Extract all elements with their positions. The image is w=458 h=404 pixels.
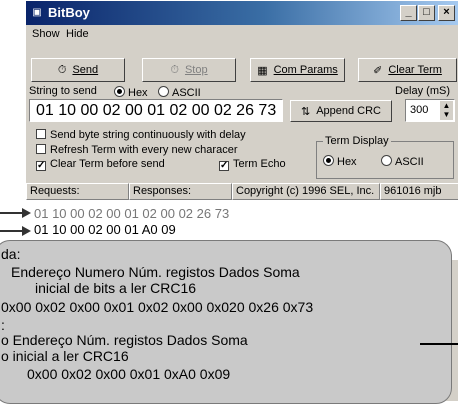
checkbox-icon bbox=[36, 144, 46, 154]
maximize-icon: □ bbox=[423, 6, 430, 18]
app-icon: ▣ bbox=[32, 7, 42, 18]
term-echo-checkbox[interactable]: ✓ Term Echo bbox=[219, 158, 286, 171]
term-display-group: Term Display Hex ASCII bbox=[316, 135, 454, 179]
send-button[interactable]: ⏱ Send bbox=[31, 58, 125, 82]
annotation-callout: da: Endereço Numero Núm. registos Dados … bbox=[0, 240, 452, 404]
terminal-response-line: 01 10 00 02 00 01 A0 09 bbox=[34, 222, 176, 237]
callout-line-7: o inicial a ler CRC16 bbox=[1, 348, 129, 364]
menu-bar: Show Hide bbox=[26, 25, 458, 43]
version-header: 961016 mjb bbox=[380, 183, 458, 200]
title-bar: ▣ BitBoy _ □ × bbox=[26, 1, 458, 25]
term-hex-radio[interactable]: Hex bbox=[323, 154, 357, 168]
radio-icon bbox=[158, 86, 169, 97]
string-to-send-input[interactable]: 01 10 00 02 00 01 02 00 02 26 73 bbox=[29, 99, 283, 122]
request-arrow bbox=[0, 212, 22, 214]
responses-header: Responses: bbox=[129, 183, 232, 200]
stop-button[interactable]: ⏱ Stop bbox=[142, 58, 236, 82]
send-icon: ⏱ bbox=[57, 63, 67, 76]
com-params-button[interactable]: ▦ Com Params bbox=[250, 58, 345, 82]
radio-selected-icon bbox=[323, 155, 334, 166]
checkbox-checked-icon: ✓ bbox=[219, 160, 229, 171]
term-ascii-radio[interactable]: ASCII bbox=[381, 154, 424, 168]
clear-term-button[interactable]: ✐ Clear Term bbox=[358, 58, 457, 82]
delay-label: Delay (mS) bbox=[395, 85, 451, 97]
computer-icon: ▦ bbox=[257, 64, 268, 77]
spin-down-icon: ▼ bbox=[442, 110, 451, 119]
response-arrow bbox=[0, 230, 22, 232]
clear-before-send-checkbox[interactable]: ✓ Clear Term before send bbox=[36, 158, 165, 171]
divider-line bbox=[420, 343, 458, 345]
requests-header: Requests: bbox=[26, 183, 129, 200]
window-title: BitBoy bbox=[48, 5, 90, 20]
callout-line-5: : bbox=[1, 317, 5, 333]
continuous-checkbox[interactable]: Send byte string continuously with delay bbox=[36, 128, 246, 141]
delay-input[interactable]: 300 ▲ ▼ bbox=[405, 99, 455, 122]
term-display-title: Term Display bbox=[323, 135, 391, 147]
ascii-radio[interactable]: ASCII bbox=[158, 85, 201, 99]
copyright-header: Copyright (c) 1996 SEL, Inc. bbox=[232, 183, 380, 200]
stop-icon: ⏱ bbox=[170, 63, 179, 76]
spin-up-icon: ▲ bbox=[442, 101, 451, 110]
radio-icon bbox=[381, 155, 392, 166]
callout-line-2: Endereço Numero Núm. registos Dados Soma bbox=[11, 264, 300, 280]
minimize-button[interactable]: _ bbox=[400, 5, 417, 21]
callout-line-4: 0x00 0x02 0x00 0x01 0x02 0x00 0x020 0x26… bbox=[1, 299, 314, 315]
callout-line-1: da: bbox=[1, 246, 21, 262]
callout-line-6: o Endereço Núm. registos Dados Soma bbox=[1, 332, 248, 348]
close-button[interactable]: × bbox=[438, 5, 455, 21]
hex-radio[interactable]: Hex bbox=[114, 85, 148, 99]
append-crc-button[interactable]: ⇅ Append CRC bbox=[290, 100, 392, 122]
maximize-button[interactable]: □ bbox=[418, 5, 435, 21]
response-arrowhead bbox=[22, 226, 31, 236]
append-icon: ⇅ bbox=[300, 105, 311, 118]
callout-line-3: inicial de bits a ler CRC16 bbox=[35, 280, 197, 296]
spin-buttons[interactable]: ▲ ▼ bbox=[440, 101, 453, 120]
close-icon: × bbox=[443, 6, 450, 18]
string-to-send-label: String to send bbox=[29, 85, 97, 97]
menu-show[interactable]: Show bbox=[32, 28, 60, 40]
checkbox-icon bbox=[36, 129, 46, 139]
radio-selected-icon bbox=[114, 86, 125, 97]
minimize-icon: _ bbox=[405, 6, 412, 18]
terminal-request-line: 01 10 00 02 00 01 02 00 02 26 73 bbox=[34, 206, 230, 221]
callout-line-8: 0x00 0x02 0x00 0x01 0xA0 0x09 bbox=[27, 366, 231, 382]
checkbox-checked-icon: ✓ bbox=[36, 160, 46, 171]
refresh-checkbox[interactable]: Refresh Term with every new characer bbox=[36, 143, 237, 156]
request-arrowhead bbox=[22, 208, 31, 218]
broom-icon: ✐ bbox=[373, 64, 383, 77]
menu-hide[interactable]: Hide bbox=[66, 28, 89, 40]
